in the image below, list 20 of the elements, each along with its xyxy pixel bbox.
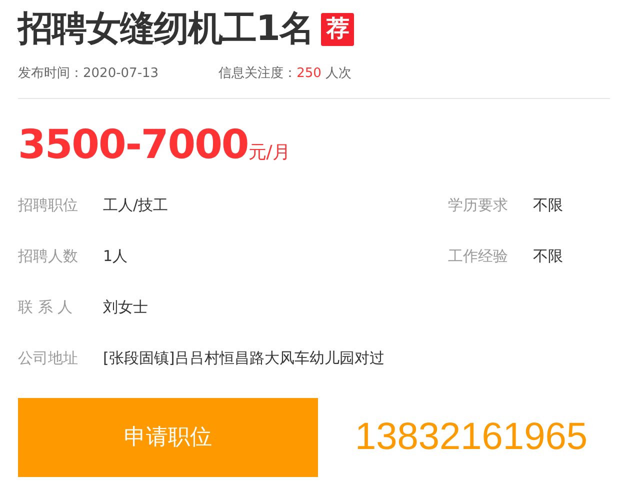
meta-text: 发布时间：2020-07-13 <box>18 65 159 83</box>
field-label: 工作经验 <box>448 246 509 267</box>
salary-unit: 元/月 <box>248 140 290 164</box>
recommend-badge: 荐 <box>321 12 354 46</box>
meta-text: 信息关注度：250 人次 <box>218 65 352 83</box>
field-value: 刘女士 <box>103 296 148 318</box>
field-label: 学历要求 <box>448 194 509 216</box>
field-value: [张段固镇]吕吕村恒昌路大风车幼儿园对过 <box>103 348 385 369</box>
job-title: 招聘女缝纫机工1名 <box>18 8 314 50</box>
field-value: 不限 <box>533 194 563 216</box>
apply-button[interactable]: 申请职位 <box>18 398 318 476</box>
field-label: 公司地址 <box>18 348 79 369</box>
phone-number: 13832161965 <box>355 414 588 460</box>
field-value: 工人/技工 <box>103 194 168 216</box>
field-value: 不限 <box>533 246 563 267</box>
field-label: 招聘职位 <box>18 194 79 216</box>
field-label: 联 系 人 <box>18 296 74 318</box>
salary-amount: 3500-7000 <box>18 124 248 164</box>
field-label: 招聘人数 <box>18 246 79 267</box>
field-value: 1人 <box>103 246 128 267</box>
